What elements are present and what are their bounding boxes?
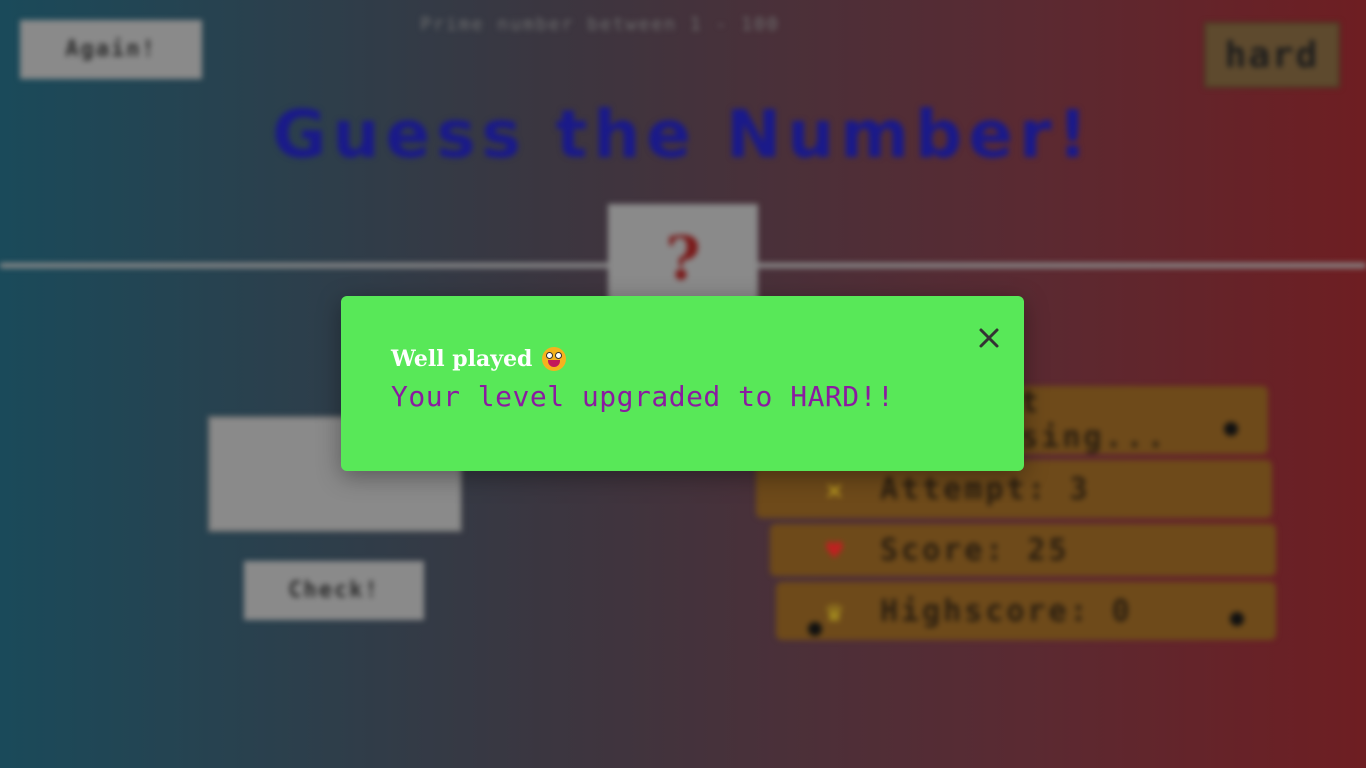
nail-icon [1230,612,1244,626]
modal-title: Well played [391,346,567,372]
modal-title-text: Well played [391,346,533,372]
score-plank: ♥ Score: 25 [770,524,1276,576]
nail-icon [808,622,822,636]
heart-icon: ♥ [826,533,846,567]
check-button[interactable]: Check! [244,561,424,620]
highscore-label: Highscore: 0 [880,593,1133,629]
page-title: Guess the Number! [272,96,1094,173]
highscore-plank: ♛ Highscore: 0 [776,582,1276,640]
level-badge: hard [1204,22,1340,88]
attempt-icon: ✕ [826,472,846,506]
grinning-face-icon [542,347,567,371]
again-button[interactable]: Again! [20,20,202,79]
attempt-label: Attempt: 3 [880,471,1091,507]
close-icon [979,328,999,348]
range-hint: Prime number between 1 - 100 [420,14,780,35]
level-up-modal: Well played Your level upgraded to HARD!… [341,296,1024,471]
trophy-icon: ♛ [826,594,846,628]
close-button[interactable] [973,322,1005,354]
modal-message: Your level upgraded to HARD!! [391,380,895,413]
nail-icon [1224,422,1238,436]
score-label: Score: 25 [880,532,1070,568]
